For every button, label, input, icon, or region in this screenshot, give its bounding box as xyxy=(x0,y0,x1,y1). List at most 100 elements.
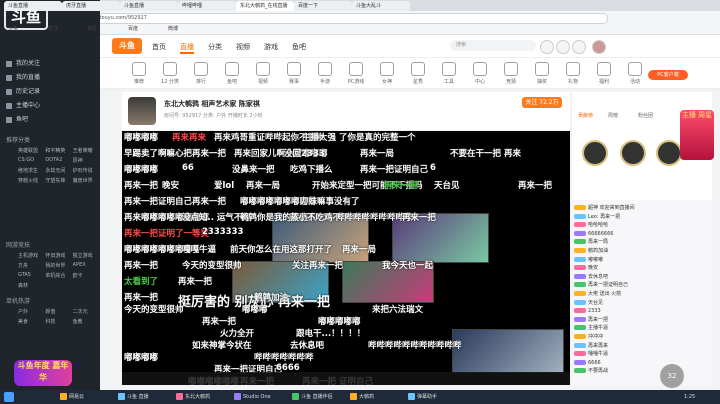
category-item[interactable]: 鱼吧 xyxy=(215,62,249,85)
browser-tab[interactable]: 东北大鹌鹑_在线直播 xyxy=(236,1,294,11)
browser-tab[interactable]: 斗鱼大乱斗 xyxy=(352,1,410,11)
site-nav-4[interactable]: 游戏 xyxy=(264,42,278,52)
follow-button[interactable]: 关注 72.2万 xyxy=(522,97,562,108)
app-category-item[interactable]: 主机游戏 xyxy=(18,252,43,259)
app-category-item[interactable]: 守望先锋 xyxy=(45,177,70,184)
app-category-item[interactable]: 魔兽世界 xyxy=(73,177,98,184)
danmaku-message: 晚安 xyxy=(162,181,180,191)
bookmark-item[interactable]: 百度 xyxy=(128,24,138,34)
video-player[interactable]: 嘟嘟嘟嘟 再来再来 再来鸡哥重证哔哔起你不要来 主播大强 了你是真的完整一个 早踢卖了啊… xyxy=(122,131,570,385)
app-category-item[interactable]: 单机综合 xyxy=(45,272,70,279)
browser-tab[interactable]: 哔哩哔哩 xyxy=(178,1,236,11)
app-category-item[interactable]: 穿越火线 xyxy=(18,177,43,184)
app-nav-item[interactable]: 我的关注 xyxy=(6,58,96,70)
category-item[interactable]: 12 分类 xyxy=(153,62,187,85)
streamer-avatar[interactable] xyxy=(128,97,156,125)
taskbar-item[interactable]: 东北大鹌鹑 xyxy=(176,391,210,403)
app-category-item[interactable]: 颜值 xyxy=(45,308,70,315)
danmaku-message: 再来一局 xyxy=(360,149,395,159)
category-item[interactable]: 视频 xyxy=(246,62,280,85)
start-icon[interactable] xyxy=(4,392,14,402)
app-category-item[interactable]: 欧卡 xyxy=(73,272,98,279)
rank-avatar[interactable] xyxy=(656,140,682,166)
category-item[interactable]: 排行 xyxy=(184,62,218,85)
category-item[interactable]: 工具 xyxy=(432,62,466,85)
app-category-item[interactable]: APEX xyxy=(73,262,98,269)
taskbar-item[interactable]: 网易云 xyxy=(60,391,84,403)
viewer-count-badge[interactable]: 32 xyxy=(660,364,684,388)
app-category-item[interactable]: 怀旧游戏 xyxy=(45,252,70,259)
site-nav-1[interactable]: 直播 xyxy=(180,42,194,54)
app-category-item[interactable]: 永劫无间 xyxy=(45,167,70,174)
category-item[interactable]: 赛事 xyxy=(277,62,311,85)
bookmark-item[interactable]: 斗鱼 xyxy=(8,24,18,34)
browser-tab[interactable]: 斗鱼直播 xyxy=(120,1,178,11)
category-item[interactable]: PC游戏 xyxy=(339,62,373,85)
app-category-item[interactable]: GTA5 xyxy=(18,272,43,279)
taskbar-item[interactable]: Studio One xyxy=(234,391,271,403)
browser-tab[interactable]: 百度一下 xyxy=(294,1,352,11)
app-nav-item[interactable]: 主播中心 xyxy=(6,100,96,112)
app-category-item[interactable]: 我的世界 xyxy=(45,262,70,269)
app-nav-item[interactable]: 历史记录 xyxy=(6,86,96,98)
rank-avatar[interactable] xyxy=(620,140,646,166)
category-item[interactable]: 手游 xyxy=(308,62,342,85)
site-nav-2[interactable]: 分类 xyxy=(208,42,222,52)
rank-tab[interactable]: 贡献榜 xyxy=(578,112,593,119)
app-category-item[interactable]: DOTA2 xyxy=(45,157,70,164)
category-item[interactable]: 推荐 xyxy=(122,62,156,85)
category-item[interactable]: 抽奖 xyxy=(525,62,559,85)
category-item[interactable]: 竞猜 xyxy=(494,62,528,85)
player-controls[interactable] xyxy=(122,372,570,385)
app-category-item[interactable]: 独立游戏 xyxy=(73,252,98,259)
category-item[interactable]: 活动 xyxy=(618,62,652,85)
rank-avatar[interactable] xyxy=(582,140,608,166)
site-logo[interactable]: 斗鱼 xyxy=(112,38,142,54)
app-category-item[interactable]: 王者荣耀 xyxy=(73,147,98,154)
danmaku-message: 没鼻来一把 xyxy=(232,165,275,175)
app-category-item[interactable]: 方舟 xyxy=(18,262,43,269)
download-icon[interactable] xyxy=(572,40,586,54)
app-category-item[interactable]: 炉石传说 xyxy=(73,167,98,174)
site-nav-3[interactable]: 视频 xyxy=(236,42,250,52)
category-item[interactable]: 福利 xyxy=(587,62,621,85)
taskbar-item[interactable]: 斗鱼 直播 xyxy=(118,391,149,403)
app-nav-item[interactable]: 鱼吧 xyxy=(6,114,96,126)
search-input[interactable]: 搜索 xyxy=(450,40,536,51)
app-category-item[interactable]: 鱼教 xyxy=(73,318,98,325)
category-item[interactable]: 礼物 xyxy=(556,62,590,85)
rank-tab[interactable]: 粉丝团 xyxy=(638,112,653,119)
app-category-item[interactable]: 美食 xyxy=(18,318,43,325)
history-icon[interactable] xyxy=(540,40,554,54)
site-nav-5[interactable]: 鱼吧 xyxy=(292,42,306,52)
browser-tab[interactable]: 虎牙直播 xyxy=(62,1,120,11)
taskbar-item[interactable]: 弹幕助手 xyxy=(408,391,437,403)
app-category-item[interactable]: 绝地求生 xyxy=(18,167,43,174)
rank-tab[interactable]: 周榜 xyxy=(608,112,618,119)
app-category-item[interactable]: 森林 xyxy=(18,282,43,289)
bookmark-item[interactable]: 虎牙 xyxy=(48,24,58,34)
bookmark-item[interactable]: 微博 xyxy=(168,24,178,34)
pc-client-button[interactable]: PC客户端 xyxy=(648,70,688,80)
app-nav-item[interactable]: 我的直播 xyxy=(6,72,96,84)
promo-badge[interactable]: 斗鱼年度 嘉年华 xyxy=(14,360,72,386)
user-avatar[interactable] xyxy=(592,40,606,54)
app-category-item[interactable]: 英雄联盟 xyxy=(18,147,43,154)
hot-rank-badge[interactable]: 主播 周星 xyxy=(680,110,714,160)
category-item[interactable]: 中心 xyxy=(463,62,497,85)
site-nav-0[interactable]: 首页 xyxy=(152,42,166,52)
app-category-item[interactable]: 二次元 xyxy=(73,308,98,315)
url-input[interactable]: https://www.douyu.com/952917 xyxy=(60,13,608,24)
browser-tab[interactable]: 斗鱼直播 xyxy=(4,1,62,11)
bookmark-item[interactable]: B站 xyxy=(88,24,96,34)
app-category-item[interactable]: CS:GO xyxy=(18,157,43,164)
category-item[interactable]: 星秀 xyxy=(401,62,435,85)
app-category-item[interactable]: 户外 xyxy=(18,308,43,315)
message-icon[interactable] xyxy=(556,40,570,54)
app-category-item[interactable]: 原神 xyxy=(73,157,98,164)
app-category-item[interactable]: 和平精英 xyxy=(45,147,70,154)
taskbar-item[interactable]: 大鹌鹑 xyxy=(350,391,374,403)
category-item[interactable]: 女神 xyxy=(370,62,404,85)
taskbar-item[interactable]: 斗鱼 直播伴侣 xyxy=(292,391,333,403)
app-category-item[interactable]: 科技 xyxy=(45,318,70,325)
